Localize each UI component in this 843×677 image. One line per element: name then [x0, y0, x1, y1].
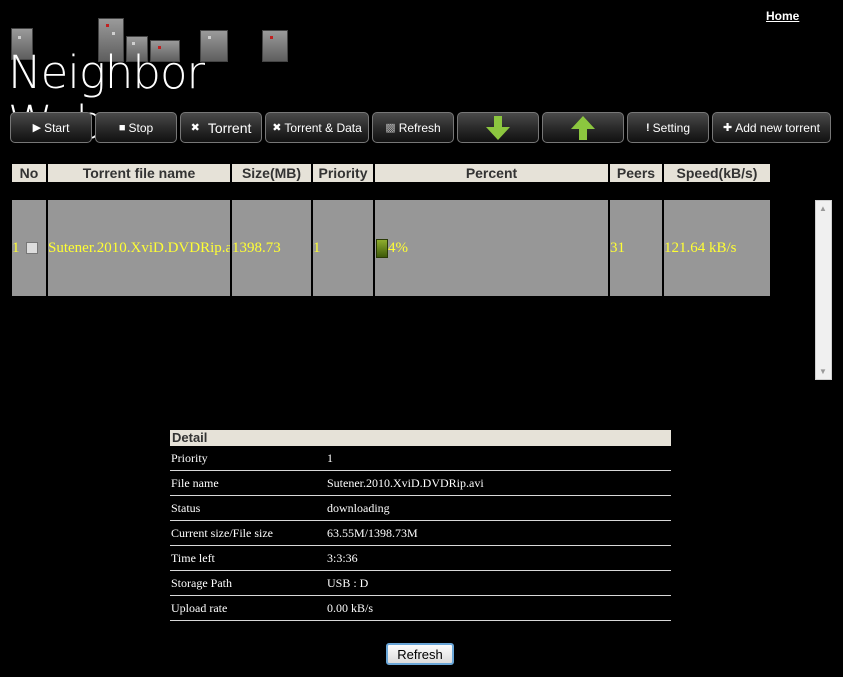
scroll-down-icon[interactable]: ▼ [819, 368, 827, 376]
detail-key: Upload rate [171, 600, 228, 615]
delete-torrent-data-button[interactable]: ✖ Torrent & Data [265, 112, 369, 143]
play-icon: ▶ [32, 122, 42, 134]
start-label: Start [44, 120, 70, 135]
vertical-scrollbar[interactable]: ▲ ▼ [815, 200, 832, 380]
detail-value: 63.55M/1398.73M [327, 525, 418, 540]
table-row[interactable]: 1 Sutener.2010.XviD.DVDRip.a 1398.73 1 4… [12, 200, 770, 296]
detail-row-file-name: File name Sutener.2010.XviD.DVDRip.avi [170, 471, 671, 496]
arrow-up-icon [571, 115, 595, 140]
plus-icon: ✚ [723, 122, 733, 134]
add-torrent-button[interactable]: ✚ Add new torrent [712, 112, 831, 143]
detail-key: Time left [171, 550, 215, 565]
detail-key: Priority [171, 450, 208, 465]
setting-button[interactable]: ! Setting [627, 112, 709, 143]
refresh-icon: ▩ [385, 122, 396, 134]
scroll-up-icon[interactable]: ▲ [819, 205, 827, 213]
x-icon: ✖ [272, 122, 282, 134]
col-size[interactable]: Size(MB) [232, 164, 311, 182]
detail-key: Status [171, 500, 201, 515]
col-no[interactable]: No [12, 164, 46, 182]
move-down-button[interactable] [457, 112, 539, 143]
percent-text: 4% [388, 239, 408, 256]
cell-size: 1398.73 [232, 200, 311, 296]
detail-key: File name [171, 475, 219, 490]
detail-panel: Detail Priority 1 File name Sutener.2010… [170, 430, 671, 621]
detail-row-time-left: Time left 3:3:36 [170, 546, 671, 571]
detail-value: 1 [327, 450, 333, 465]
progress-bar [376, 238, 388, 258]
detail-value: Sutener.2010.XviD.DVDRip.avi [327, 475, 484, 490]
detail-key: Current size/File size [171, 525, 273, 540]
refresh-label: Refresh [398, 120, 441, 135]
col-percent[interactable]: Percent [375, 164, 608, 182]
torrent-label: Torrent [207, 119, 252, 136]
row-number: 1 [12, 239, 20, 256]
cell-name: Sutener.2010.XviD.DVDRip.a [48, 200, 230, 296]
cell-peers: 31 [610, 200, 662, 296]
table-header-row: No Torrent file name Size(MB) Priority P… [12, 164, 770, 182]
detail-row-storage-path: Storage Path USB : D [170, 571, 671, 596]
detail-row-priority: Priority 1 [170, 446, 671, 471]
cell-priority: 1 [313, 200, 373, 296]
detail-value: 0.00 kB/s [327, 600, 374, 615]
refresh-toolbar-button[interactable]: ▩ Refresh [372, 112, 454, 143]
col-peers[interactable]: Peers [610, 164, 662, 182]
add-label: Add new torrent [735, 120, 820, 135]
detail-value: USB : D [327, 575, 369, 590]
torrent-table: No Torrent file name Size(MB) Priority P… [10, 164, 775, 296]
stop-icon: ■ [118, 121, 126, 134]
detail-title: Detail [170, 430, 671, 446]
cell-speed: 121.64 kB/s [664, 200, 770, 296]
detail-key: Storage Path [171, 575, 232, 590]
stop-label: Stop [128, 120, 154, 135]
arrow-down-icon [486, 115, 510, 140]
logo: Neighbor Web [8, 18, 293, 148]
start-button[interactable]: ▶ Start [10, 112, 92, 143]
x-icon: ✖ [190, 122, 200, 134]
detail-value: 3:3:36 [327, 550, 358, 565]
delete-torrent-button[interactable]: ✖ Torrent [180, 112, 262, 143]
cell-percent: 4% [375, 200, 608, 296]
col-priority[interactable]: Priority [313, 164, 373, 182]
col-name[interactable]: Torrent file name [48, 164, 230, 182]
stop-button[interactable]: ■ Stop [95, 112, 177, 143]
exclamation-icon: ! [645, 121, 650, 134]
cell-no: 1 [12, 200, 46, 296]
setting-label: Setting [652, 120, 691, 135]
detail-row-upload-rate: Upload rate 0.00 kB/s [170, 596, 671, 621]
home-link[interactable]: Home [766, 9, 799, 23]
detail-row-status: Status downloading [170, 496, 671, 521]
detail-value: downloading [327, 500, 390, 515]
col-speed[interactable]: Speed(kB/s) [664, 164, 770, 182]
row-checkbox[interactable] [25, 242, 38, 255]
refresh-button[interactable]: Refresh [386, 643, 454, 665]
move-up-button[interactable] [542, 112, 624, 143]
torrent-data-label: Torrent & Data [284, 120, 362, 135]
detail-row-size: Current size/File size 63.55M/1398.73M [170, 521, 671, 546]
